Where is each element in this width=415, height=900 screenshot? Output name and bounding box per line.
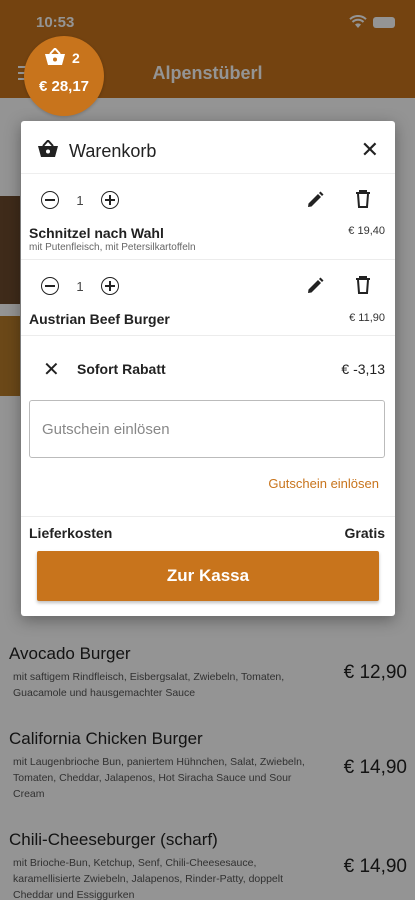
discount-label: Sofort Rabatt <box>77 361 166 377</box>
plus-icon[interactable] <box>101 191 119 209</box>
cart-dialog-title: Warenkorb <box>69 141 157 161</box>
cart-item-options: mit Putenfleisch, mit Petersilkartoffeln <box>29 242 196 253</box>
cart-dialog-header: Warenkorb ✕ <box>21 121 395 174</box>
edit-icon[interactable] <box>305 190 325 210</box>
cart-dialog: Warenkorb ✕ 1 Schnitzel nach Wahl mit Pu… <box>21 121 395 616</box>
minus-icon[interactable] <box>41 191 59 209</box>
cart-item-name: Austrian Beef Burger <box>29 311 170 327</box>
delete-icon[interactable] <box>354 189 372 209</box>
cart-item-price: € 11,90 <box>349 312 385 324</box>
redeem-voucher-link[interactable]: Gutschein einlösen <box>268 476 379 491</box>
delivery-cost-label: Lieferkosten <box>29 525 113 541</box>
cart-bubble[interactable]: 2 € 28,17 <box>24 36 104 116</box>
close-icon[interactable]: ✕ <box>361 137 379 163</box>
edit-icon[interactable] <box>305 276 325 296</box>
cart-item-price: € 19,40 <box>348 225 385 237</box>
quantity-value: 1 <box>76 278 84 294</box>
plus-icon[interactable] <box>101 277 119 295</box>
remove-discount-icon[interactable]: ✕ <box>43 357 60 382</box>
quantity-stepper: 1 <box>41 191 119 209</box>
checkout-button[interactable]: Zur Kassa <box>37 551 379 601</box>
delete-icon[interactable] <box>354 275 372 295</box>
quantity-value: 1 <box>76 192 84 208</box>
delivery-cost-value: Gratis <box>344 525 385 541</box>
basket-icon <box>38 140 58 157</box>
basket-icon <box>45 48 65 65</box>
cart-total: € 28,17 <box>38 78 90 95</box>
cart-count: 2 <box>72 50 80 66</box>
minus-icon[interactable] <box>41 277 59 295</box>
quantity-stepper: 1 <box>41 277 119 295</box>
divider <box>21 516 395 517</box>
cart-item-name: Schnitzel nach Wahl <box>29 225 164 241</box>
divider <box>21 259 395 260</box>
divider <box>21 335 395 336</box>
voucher-input[interactable] <box>29 400 385 458</box>
discount-value: € -3,13 <box>341 361 385 377</box>
